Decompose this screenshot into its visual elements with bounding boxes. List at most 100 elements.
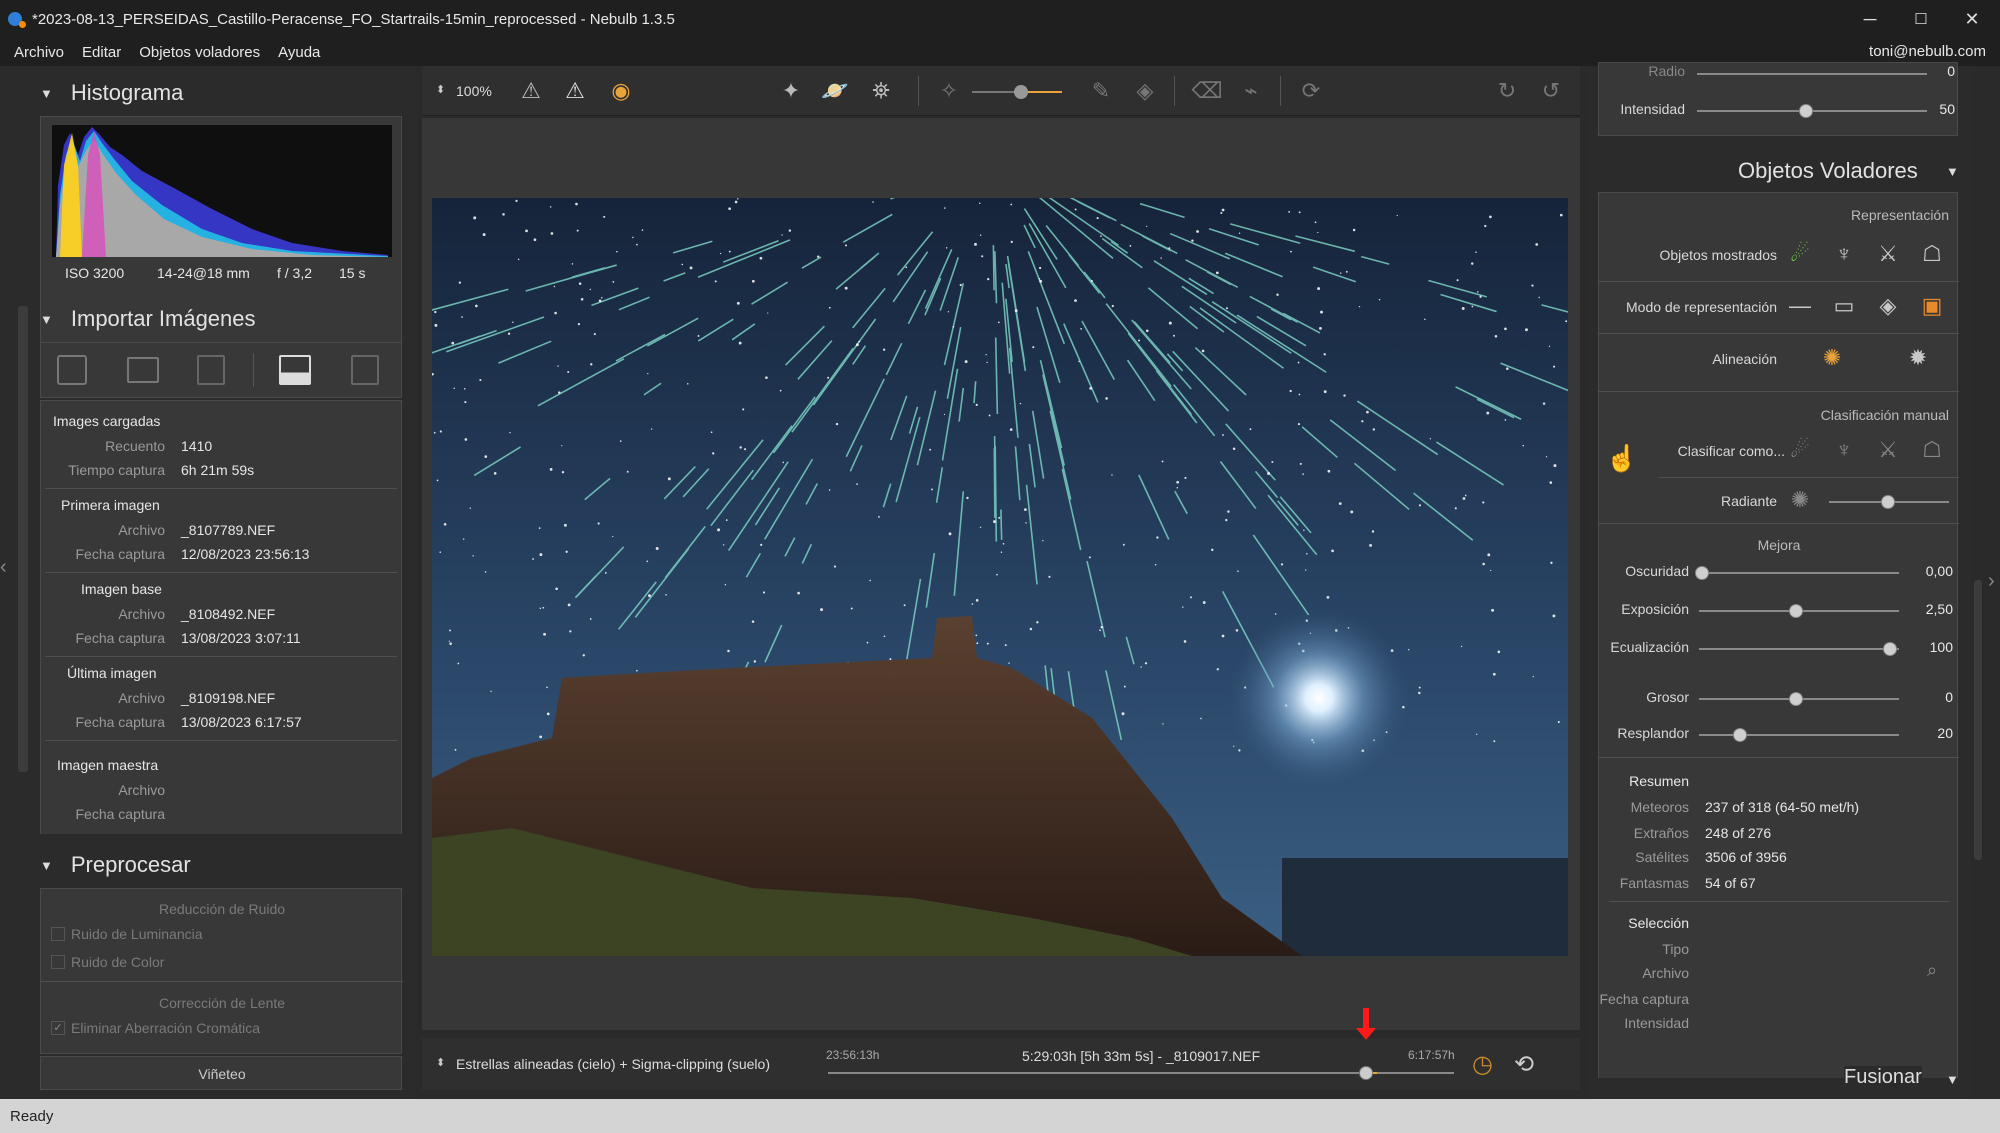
diamond-mode-icon[interactable]: ◈ <box>1873 291 1903 321</box>
camera-mode-icon[interactable]: ▣ <box>1917 291 1947 321</box>
preprocess-header[interactable]: ▼ Preprocesar <box>34 852 191 878</box>
warning-filled-icon[interactable]: ⚠ <box>560 76 590 106</box>
refresh-icon[interactable]: ⟳ <box>1296 76 1326 106</box>
timeline-knob[interactable] <box>1359 1066 1374 1080</box>
classify-ufo-icon[interactable]: ♆ <box>1829 435 1859 465</box>
add-images-icon[interactable] <box>57 355 87 385</box>
oscuridad-slider[interactable] <box>1699 572 1899 574</box>
menu-archivo[interactable]: Archivo <box>14 44 64 61</box>
star <box>1280 563 1284 566</box>
import-toolbar <box>40 342 402 398</box>
master-image-icon[interactable] <box>351 355 379 385</box>
star <box>612 535 614 538</box>
star <box>827 376 830 379</box>
classify-ghost-icon[interactable]: ☖ <box>1917 435 1947 465</box>
base-image-icon[interactable] <box>279 355 311 385</box>
menu-editar[interactable]: Editar <box>82 44 121 61</box>
palette-icon[interactable]: ◉ <box>606 76 636 106</box>
archivo-label: Archivo <box>1642 965 1689 981</box>
star <box>1314 221 1317 224</box>
star <box>569 630 572 633</box>
vignette-box[interactable]: Viñeteo <box>40 1056 402 1090</box>
collapse-right-icon[interactable]: › <box>1988 570 1995 593</box>
redo-icon[interactable]: ↻ <box>1492 76 1522 106</box>
collapse-triangle-icon[interactable]: ▼ <box>1946 1072 1959 1087</box>
brush-size-knob[interactable] <box>1014 85 1028 99</box>
flying-objects-title[interactable]: Objetos Voladores <box>1738 158 1918 184</box>
undo-icon[interactable]: ↺ <box>1536 76 1566 106</box>
ghost-toggle-icon[interactable]: ☖ <box>1917 239 1947 269</box>
user-account[interactable]: toni@nebulb.com <box>1869 43 1986 60</box>
grosor-knob[interactable] <box>1789 692 1803 706</box>
magic-wand-icon[interactable]: ✧ <box>934 76 964 106</box>
minimize-button[interactable]: ─ <box>1842 0 1898 38</box>
rect-mode-icon[interactable]: ▭ <box>1829 291 1859 321</box>
right-scrollbar[interactable] <box>1974 580 1982 860</box>
exposicion-knob[interactable] <box>1789 604 1803 618</box>
mode-spinner-icon[interactable]: ⬍ <box>436 1056 445 1069</box>
collapse-triangle-icon[interactable]: ▼ <box>1946 164 1959 179</box>
star <box>728 250 731 253</box>
hand-pointer-icon[interactable]: ☝ <box>1606 443 1638 473</box>
brush-icon[interactable]: ✎ <box>1086 76 1116 106</box>
radiante-knob[interactable] <box>1881 495 1895 509</box>
star <box>1014 309 1018 313</box>
radio-slider[interactable] <box>1697 73 1927 75</box>
maximize-button[interactable]: ☐ <box>1893 0 1949 38</box>
close-button[interactable]: ✕ <box>1944 0 2000 38</box>
history-icon[interactable]: ⟲ <box>1514 1050 1534 1079</box>
fusionar-header[interactable]: Fusionar <box>1844 1066 1922 1089</box>
tower-icon[interactable]: ⛯ <box>866 76 896 106</box>
ecualizacion-slider[interactable] <box>1699 648 1899 650</box>
star <box>903 604 906 607</box>
star <box>976 642 979 645</box>
star <box>512 321 514 323</box>
star <box>850 607 853 610</box>
star <box>833 565 837 568</box>
chromatic-checkbox[interactable]: ✓ <box>51 1021 65 1035</box>
classify-satellite-icon[interactable]: ⚔ <box>1873 435 1903 465</box>
fill-bucket-icon[interactable]: ◈ <box>1130 76 1160 106</box>
right-panel: Radio 0 Intensidad 50 Objetos Voladores … <box>1588 62 1972 1099</box>
time-filter-icon[interactable]: ◷ <box>1472 1050 1493 1079</box>
align-free-icon[interactable]: ✹ <box>1903 343 1933 373</box>
align-radiant-icon[interactable]: ✺ <box>1817 343 1847 373</box>
star <box>739 446 742 449</box>
meteor-toggle-icon[interactable]: ☄ <box>1785 239 1815 269</box>
luminance-checkbox[interactable] <box>51 927 65 941</box>
ecualizacion-knob[interactable] <box>1883 642 1897 656</box>
import-header[interactable]: ▼ Importar Imágenes <box>34 306 256 332</box>
zoom-level[interactable]: 100% <box>456 83 492 99</box>
paste-images-icon[interactable] <box>197 355 225 385</box>
satellite-toggle-icon[interactable]: ⚔ <box>1873 239 1903 269</box>
resplandor-slider[interactable] <box>1699 734 1899 736</box>
mejora-heading: Mejora <box>1757 537 1801 553</box>
menu-objetos-voladores[interactable]: Objetos voladores <box>139 44 260 61</box>
planet-icon[interactable]: 🪐 <box>820 76 850 106</box>
warning-outline-icon[interactable]: ⚠ <box>516 76 546 106</box>
startrails-photo[interactable] <box>432 198 1568 956</box>
histogram-header[interactable]: ▼ Histograma <box>34 80 183 106</box>
line-mode-icon[interactable]: — <box>1785 291 1815 321</box>
stack-mode[interactable]: Estrellas alineadas (cielo) + Sigma-clip… <box>456 1056 770 1072</box>
color-noise-checkbox[interactable] <box>51 955 65 969</box>
resplandor-knob[interactable] <box>1733 728 1747 742</box>
broom-icon[interactable]: ⌁ <box>1236 76 1266 106</box>
left-scrollbar[interactable] <box>18 306 28 772</box>
locate-icon[interactable]: ⌕ <box>1917 955 1947 985</box>
meteor-trail <box>1000 509 1003 540</box>
stars-icon[interactable]: ✦ <box>776 76 806 106</box>
star <box>1290 250 1292 253</box>
menu-ayuda[interactable]: Ayuda <box>278 44 320 61</box>
radiant-icon[interactable]: ✺ <box>1785 485 1815 515</box>
classify-meteor-icon[interactable]: ☄ <box>1785 435 1815 465</box>
eraser-icon[interactable]: ⌫ <box>1191 76 1222 106</box>
ufo-toggle-icon[interactable]: ♆ <box>1829 239 1859 269</box>
divider <box>45 740 397 741</box>
add-folder-icon[interactable] <box>127 357 159 383</box>
zoom-spinner-icon[interactable]: ⬍ <box>436 83 445 96</box>
star <box>1220 211 1223 215</box>
intensidad-knob[interactable] <box>1799 104 1813 118</box>
oscuridad-knob[interactable] <box>1695 566 1709 580</box>
collapse-left-icon[interactable]: ‹ <box>0 556 10 586</box>
